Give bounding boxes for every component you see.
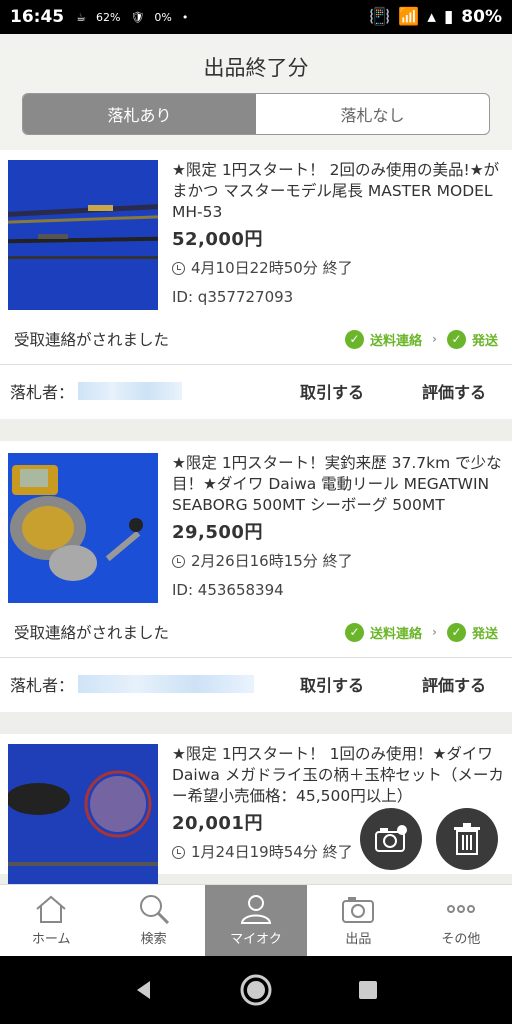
end-time: 4月10日22時50分 終了 (191, 259, 353, 277)
tab-my-auction[interactable]: マイオク (204, 885, 308, 956)
item-id: ID: 453658394 (172, 581, 284, 599)
bid-filter-segment: 落札あり 落札なし (22, 93, 490, 135)
system-nav-bar (0, 956, 512, 1024)
list-item[interactable]: ★限定 1円スタート！実釣来歴 37.7km で少な目！★ダイワ Daiwa 電… (0, 441, 512, 712)
tab-sell[interactable]: 出品 (307, 885, 409, 956)
tab-my-auction-label: マイオク (230, 932, 282, 947)
item-thumbnail[interactable] (8, 744, 158, 884)
status-bar: 16:45 ☕ 62% 🛡 0% • 📳 📶 ▴ ▮ 80% (0, 0, 512, 34)
item-thumbnail[interactable] (8, 453, 158, 603)
tab-sell-label: 出品 (345, 932, 372, 947)
clock-icon (172, 262, 185, 275)
item-title[interactable]: ★限定 1円スタート！実釣来歴 37.7km で少な目！★ダイワ Daiwa 電… (172, 453, 504, 516)
battery-icon: ▮ (443, 7, 454, 27)
rate-button[interactable]: 評価する (422, 672, 486, 696)
progress-steps: ✓ 送料連絡 › ✓ 発送 (345, 329, 498, 349)
tab-more-label: その他 (441, 932, 481, 947)
percent-indicator: 62% (96, 10, 121, 24)
step-shipping-notice: 送料連絡 (370, 626, 423, 642)
person-icon (240, 895, 272, 924)
bidder-name-redacted (78, 382, 183, 400)
clock-icon (172, 846, 185, 859)
signal-icon: ▴ (427, 7, 436, 27)
tab-home[interactable]: ホーム (0, 885, 102, 956)
item-list[interactable]: ★限定 1円スタート！ 2回のみ使用の美品!★がまかつ マスターモデル尾長 MA… (0, 150, 512, 884)
chevron-right-icon: › (432, 332, 437, 346)
bidder-label: 落札者： (10, 676, 75, 695)
home-icon (36, 895, 66, 923)
trade-status: 受取連絡がされました (14, 331, 170, 349)
clock-icon (172, 555, 185, 568)
progress-steps: ✓ 送料連絡 › ✓ 発送 (345, 622, 498, 642)
item-thumbnail[interactable] (8, 160, 158, 310)
status-time: 16:45 (10, 7, 65, 27)
item-price: 29,500円 (172, 522, 263, 543)
tab-search[interactable]: 検索 (102, 885, 204, 956)
more-icon (446, 905, 475, 913)
tab-with-bid[interactable]: 落札あり (23, 94, 256, 134)
item-title[interactable]: ★限定 1円スタート！ 2回のみ使用の美品!★がまかつ マスターモデル尾長 MA… (172, 160, 504, 223)
page-title: 出品終了分 (203, 56, 309, 80)
header: 出品終了分 落札あり 落札なし (0, 34, 512, 150)
step-shipped: 発送 (471, 333, 498, 349)
home-circle-icon[interactable] (239, 973, 273, 1007)
bottom-tab-bar: ホーム 検索 マイオク 出品 その他 (0, 884, 512, 956)
end-time: 2月26日16時15分 終了 (191, 552, 353, 570)
step-shipping-notice: 送料連絡 (370, 333, 423, 349)
item-id: ID: q357727093 (172, 288, 294, 306)
wifi-icon: 📶 (398, 7, 420, 27)
battery-level: 80% (461, 7, 502, 27)
tab-home-label: ホーム (31, 932, 71, 947)
zero-indicator: 0% (154, 10, 172, 24)
dot-icon: • (181, 10, 189, 24)
back-icon[interactable] (132, 978, 156, 1002)
list-item[interactable]: ★限定 1円スタート！ 1回のみ使用！★ダイワ Daiwa メガドライ玉の柄＋玉… (0, 734, 512, 884)
recents-icon[interactable] (356, 978, 380, 1002)
delete-fab-button[interactable] (436, 808, 498, 870)
check-icon: ✓ (446, 329, 466, 349)
check-icon: ✓ (345, 329, 365, 349)
camera-icon (342, 897, 375, 923)
item-price: 52,000円 (172, 229, 263, 250)
trade-button[interactable]: 取引する (300, 379, 364, 403)
shield-icon: 🛡 (130, 10, 145, 24)
chevron-right-icon: › (432, 625, 437, 639)
tab-more[interactable]: その他 (410, 885, 512, 956)
bidder-name-redacted (78, 675, 255, 693)
trade-button[interactable]: 取引する (300, 672, 364, 696)
notification-icon: ☕ (76, 10, 86, 24)
list-item[interactable]: ★限定 1円スタート！ 2回のみ使用の美品!★がまかつ マスターモデル尾長 MA… (0, 150, 512, 419)
bidder-label: 落札者： (10, 383, 75, 402)
check-icon: ✓ (345, 622, 365, 642)
rate-button[interactable]: 評価する (422, 379, 486, 403)
step-shipped: 発送 (471, 626, 498, 642)
check-icon: ✓ (446, 622, 466, 642)
search-icon (139, 895, 169, 924)
trade-status: 受取連絡がされました (14, 624, 170, 642)
tab-search-label: 検索 (140, 932, 167, 947)
camera-icon (375, 825, 407, 852)
vibrate-icon: 📳 (369, 7, 391, 27)
trash-icon (454, 823, 480, 855)
end-time: 1月24日19時54分 終了 (191, 843, 353, 861)
tab-no-bid[interactable]: 落札なし (256, 94, 489, 134)
camera-fab-button[interactable] (360, 808, 422, 870)
item-title[interactable]: ★限定 1円スタート！ 1回のみ使用！★ダイワ Daiwa メガドライ玉の柄＋玉… (172, 744, 504, 807)
